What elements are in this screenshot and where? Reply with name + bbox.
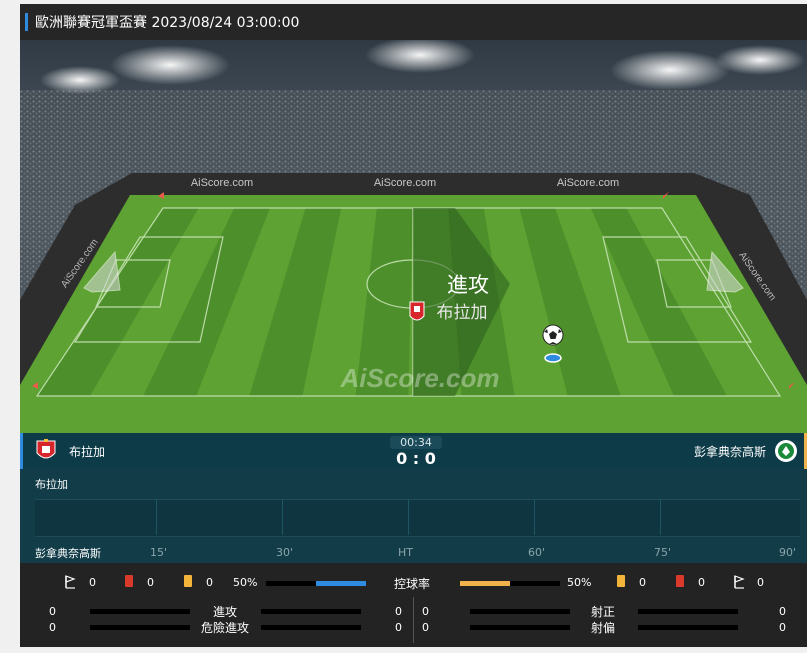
yellow-card-icon	[184, 575, 192, 587]
away-possession-bar	[460, 581, 560, 586]
home-corners: 0	[89, 576, 96, 589]
home-dangerous-attacks: 0	[49, 621, 56, 634]
home-shots-on-target: 0	[422, 605, 429, 618]
attacks-label: 進攻	[213, 605, 238, 619]
match-timeline: 布拉加 彭拿典奈高斯 15' 30' HT 60' 75' 90'	[20, 469, 807, 563]
board-label: AiScore.com	[557, 177, 619, 189]
home-attacks-bar	[90, 609, 190, 614]
away-team[interactable]: 彭拿典奈高斯	[693, 433, 797, 469]
red-card-icon	[676, 575, 684, 587]
home-shots-off-target-bar	[470, 625, 570, 630]
timeline-gridline	[534, 499, 535, 535]
away-attacks-bar	[261, 609, 361, 614]
dangerous-attacks-label: 危險進攻	[201, 621, 250, 635]
event-team: 布拉加	[437, 303, 488, 323]
home-shots-off-target: 0	[422, 621, 429, 634]
home-possession-bar	[266, 581, 366, 586]
timeline-tick: 90'	[779, 546, 797, 559]
away-attacks: 0	[395, 605, 402, 618]
stats-summary-row: 0 0 0 50% 控球率 50% 0 0 0	[20, 573, 807, 593]
home-team-name: 布拉加	[69, 444, 106, 459]
scoreboard: 布拉加 00:34 0 : 0 彭拿典奈高斯	[20, 433, 807, 469]
corner-flag-icon	[64, 575, 76, 592]
home-attacks: 0	[49, 605, 56, 618]
home-possession: 50%	[233, 576, 258, 589]
timeline-home-label: 布拉加	[35, 478, 68, 491]
away-possession-fill	[460, 581, 510, 586]
away-possession: 50%	[567, 576, 592, 589]
yellow-card-icon	[617, 575, 625, 587]
ball-marker	[544, 353, 562, 363]
away-dangerous-attacks: 0	[395, 621, 402, 634]
home-possession-fill	[316, 581, 366, 586]
red-card-icon	[125, 575, 133, 587]
timeline-tick: 75'	[654, 546, 672, 559]
match-header: 歐洲聯賽冠軍盃賽 2023/08/24 03:00:00	[20, 4, 807, 40]
away-corners: 0	[757, 576, 764, 589]
match-clock: 00:34	[390, 436, 442, 449]
timeline-gridline	[156, 499, 157, 535]
corner-flag-icon	[733, 575, 745, 592]
away-red-cards: 0	[698, 576, 705, 589]
header-accent-bar	[25, 13, 28, 31]
match-title: 歐洲聯賽冠軍盃賽 2023/08/24 03:00:00	[35, 15, 300, 31]
board-label: AiScore.com	[374, 177, 436, 189]
timeline-tick: HT	[398, 546, 413, 559]
pitch-graphic: AiScore.com AiScore.com AiScore.com AiSc…	[20, 40, 807, 433]
shots-on-target-label: 射正	[591, 605, 616, 619]
away-shots-off-target: 0	[779, 621, 786, 634]
away-dangerous-attacks-bar	[261, 625, 361, 630]
away-shots-on-target-bar	[638, 609, 738, 614]
event-label: 進攻	[447, 273, 489, 297]
away-yellow-cards: 0	[639, 576, 646, 589]
match-widget: 歐洲聯賽冠軍盃賽 2023/08/24 03:00:00 AiScore.com…	[20, 4, 807, 647]
timeline-tick: 30'	[276, 546, 294, 559]
home-yellow-cards: 0	[206, 576, 213, 589]
timeline-tick: 15'	[150, 546, 168, 559]
timeline-tick: 60'	[528, 546, 546, 559]
soccer-ball-icon	[542, 324, 564, 346]
timeline-gridline	[408, 499, 409, 535]
away-team-name: 彭拿典奈高斯	[693, 444, 766, 459]
away-shots-on-target: 0	[779, 605, 786, 618]
match-score: 0 : 0	[396, 449, 436, 468]
watermark: AiScore.com	[340, 363, 500, 393]
possession-label: 控球率	[394, 577, 431, 591]
shots-off-target-label: 射偏	[591, 621, 616, 635]
home-crest-icon	[35, 439, 57, 463]
home-shots-on-target-bar	[470, 609, 570, 614]
timeline-away-label: 彭拿典奈高斯	[35, 547, 101, 560]
stats-divider	[413, 597, 414, 643]
away-shots-off-target-bar	[638, 625, 738, 630]
timeline-gridline	[660, 499, 661, 535]
home-team[interactable]: 布拉加	[35, 433, 105, 469]
match-stats: 0 0 0 50% 控球率 50% 0 0 0 0 進攻 0 0 危險進攻 0 …	[20, 563, 807, 647]
timeline-band	[35, 499, 800, 537]
home-dangerous-attacks-bar	[90, 625, 190, 630]
home-red-cards: 0	[147, 576, 154, 589]
away-crest-icon	[774, 439, 797, 463]
live-pitch: AiScore.com AiScore.com AiScore.com AiSc…	[20, 40, 807, 433]
timeline-gridline	[282, 499, 283, 535]
event-team-crest	[409, 301, 425, 321]
board-label: AiScore.com	[191, 177, 253, 189]
